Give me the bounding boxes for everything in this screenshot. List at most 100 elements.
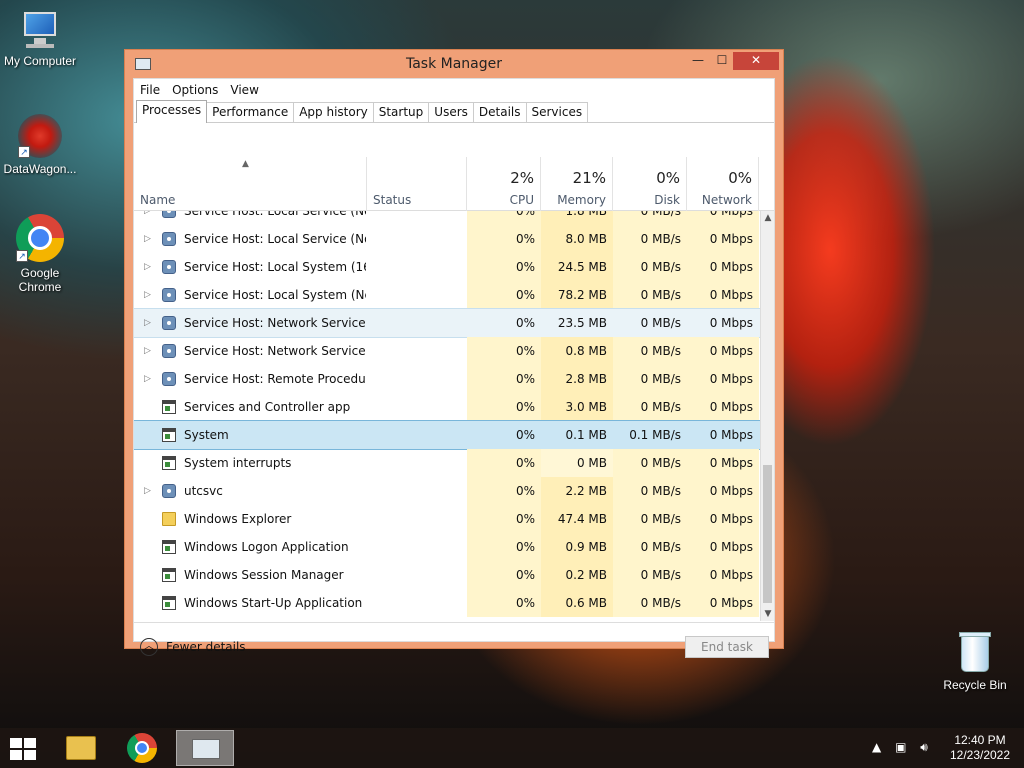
process-disk: 0 MB/s xyxy=(613,337,687,365)
menu-view[interactable]: View xyxy=(230,83,258,97)
fewer-details-button[interactable]: ︿ Fewer details xyxy=(140,638,246,656)
process-row[interactable]: ▷ Service Host: Local Service (No I... 0%1… xyxy=(134,211,760,225)
process-cpu: 0% xyxy=(467,281,541,309)
process-row[interactable]: ▷ utcsvc 0% 2.2 MB 0 MB/s 0 Mbps xyxy=(134,477,760,505)
desktop-icon-datawagon[interactable]: ↗ DataWagon... xyxy=(0,114,80,176)
process-network: 0 Mbps xyxy=(687,449,759,477)
desktop-icon-label: My Computer xyxy=(3,54,77,68)
process-disk: 0 MB/s xyxy=(613,449,687,477)
desktop-icon-my-computer[interactable]: My Computer xyxy=(0,10,80,68)
process-name: Service Host: Remote Procedure... xyxy=(184,372,366,386)
process-row[interactable]: Windows Start-Up Application 0% 0.6 MB 0 MB… xyxy=(134,589,760,617)
process-disk: 0 MB/s xyxy=(613,211,687,225)
process-cpu: 0% xyxy=(467,337,541,365)
column-header-disk[interactable]: 0% Disk xyxy=(613,157,687,211)
expand-arrow-icon[interactable]: ▷ xyxy=(144,281,154,309)
process-memory: 47.4 MB xyxy=(541,505,613,533)
column-header-network[interactable]: 0% Network xyxy=(687,157,759,211)
volume-icon[interactable]: 🔊︎ xyxy=(920,740,928,754)
process-row[interactable]: System interrupts 0% 0 MB 0 MB/s 0 Mbps xyxy=(134,449,760,477)
expand-arrow-icon[interactable]: ▷ xyxy=(144,211,154,225)
tab-app-history[interactable]: App history xyxy=(293,102,374,122)
expand-arrow-icon[interactable]: ▷ xyxy=(144,477,154,505)
column-header-name[interactable]: ▲ Name xyxy=(134,157,367,211)
process-row[interactable]: Windows Session Manager 0% 0.2 MB 0 MB/s 0 M… xyxy=(134,561,760,589)
chrome-icon xyxy=(127,733,157,763)
minimize-button[interactable]: — xyxy=(685,52,711,70)
taskbar-chrome[interactable] xyxy=(114,730,172,766)
process-disk: 0 MB/s xyxy=(613,365,687,393)
expand-arrow-icon[interactable]: ▷ xyxy=(144,225,154,253)
scroll-down-arrow-icon[interactable]: ▼ xyxy=(761,607,775,621)
process-cpu: 0% xyxy=(467,421,541,449)
process-network: 0 Mbps xyxy=(687,337,759,365)
gear-icon xyxy=(162,484,176,498)
shortcut-arrow-icon: ↗ xyxy=(16,250,28,262)
expand-arrow-icon[interactable]: ▷ xyxy=(144,309,154,337)
end-task-button[interactable]: End task xyxy=(685,636,769,658)
process-disk: 0 MB/s xyxy=(613,309,687,337)
process-row[interactable]: Services and Controller app 0% 3.0 MB 0 MB/… xyxy=(134,393,760,421)
process-row[interactable]: Windows Explorer 0% 47.4 MB 0 MB/s 0 Mbps xyxy=(134,505,760,533)
taskbar-task-manager[interactable] xyxy=(176,730,234,766)
column-header-cpu[interactable]: 2% CPU xyxy=(467,157,541,211)
vertical-scrollbar[interactable]: ▲ ▼ xyxy=(760,211,774,621)
menu-bar: File Options View xyxy=(134,79,774,101)
process-network: 0 Mbps xyxy=(687,281,759,309)
process-row[interactable]: ▷ Service Host: Local System (Net... 0%78.… xyxy=(134,281,760,309)
scroll-up-arrow-icon[interactable]: ▲ xyxy=(761,211,775,225)
tab-details[interactable]: Details xyxy=(472,102,527,122)
process-memory: 2.2 MB xyxy=(541,477,613,505)
start-button[interactable] xyxy=(10,738,38,760)
process-row[interactable]: System 0% 0.1 MB 0.1 MB/s 0 Mbps xyxy=(134,420,760,450)
taskbar-file-explorer[interactable] xyxy=(52,730,110,766)
task-manager-icon xyxy=(192,739,220,759)
process-cpu: 0% xyxy=(467,309,541,337)
desktop-icon-label: Google Chrome xyxy=(18,266,62,294)
process-row[interactable]: ▷ Service Host: Network Service (5) 0%23.5… xyxy=(134,308,760,338)
column-header-memory[interactable]: 21% Memory xyxy=(541,157,613,211)
menu-options[interactable]: Options xyxy=(172,83,218,97)
tab-processes[interactable]: Processes xyxy=(136,100,208,123)
taskbar: ▲ ▣ 🔊︎ 12:40 PM 12/23/2022 xyxy=(0,728,1024,768)
tab-users[interactable]: Users xyxy=(428,102,474,122)
process-memory: 0.6 MB xyxy=(541,589,613,617)
footer: ︿ Fewer details End task xyxy=(134,622,774,658)
process-name: Service Host: Local Service (No I... xyxy=(184,211,366,218)
scrollbar-thumb[interactable] xyxy=(763,465,772,603)
process-name: Windows Explorer xyxy=(184,512,292,526)
network-icon[interactable]: ▣ xyxy=(895,740,906,754)
title-bar[interactable]: Task Manager — ☐ ✕ xyxy=(125,50,783,78)
menu-file[interactable]: File xyxy=(140,83,160,97)
column-header-status[interactable]: Status xyxy=(367,157,467,211)
process-row[interactable]: ▷ Service Host: Local System (16) 0% 24.5 M… xyxy=(134,253,760,281)
desktop-icon-recycle-bin[interactable]: Recycle Bin xyxy=(935,630,1015,692)
process-disk: 0 MB/s xyxy=(613,393,687,421)
process-row[interactable]: ▷ Service Host: Remote Procedure... 0%2.8 … xyxy=(134,365,760,393)
close-button[interactable]: ✕ xyxy=(733,52,779,70)
desktop-icon-google-chrome[interactable]: ↗ Google Chrome xyxy=(0,214,80,294)
maximize-button[interactable]: ☐ xyxy=(709,52,735,70)
tab-startup[interactable]: Startup xyxy=(372,102,430,122)
clock[interactable]: 12:40 PM 12/23/2022 xyxy=(940,733,1020,763)
process-name: Service Host: Network Service (5) xyxy=(184,316,366,330)
expand-arrow-icon[interactable]: ▷ xyxy=(144,365,154,393)
folder-icon xyxy=(162,512,176,526)
process-memory: 1.8 MB xyxy=(541,211,613,225)
process-row[interactable]: ▷ Service Host: Local Service (No ... 0%8.… xyxy=(134,225,760,253)
process-cpu: 0% xyxy=(467,477,541,505)
gear-icon xyxy=(162,316,176,330)
tab-services[interactable]: Services xyxy=(525,102,589,122)
process-name: Service Host: Local System (16) xyxy=(184,260,366,274)
process-memory: 0.1 MB xyxy=(541,421,613,449)
show-hidden-icons-arrow[interactable]: ▲ xyxy=(872,740,881,754)
expand-arrow-icon[interactable]: ▷ xyxy=(144,337,154,365)
app-icon xyxy=(162,540,176,554)
process-row[interactable]: Windows Logon Application 0% 0.9 MB 0 MB/s 0… xyxy=(134,533,760,561)
expand-arrow-icon[interactable]: ▷ xyxy=(144,253,154,281)
folder-icon xyxy=(66,736,96,760)
process-row[interactable]: ▷ Service Host: Network Service (... 0% 0.8… xyxy=(134,337,760,365)
process-network: 0 Mbps xyxy=(687,309,759,337)
tab-performance[interactable]: Performance xyxy=(206,102,295,122)
recycle-bin-icon xyxy=(957,630,993,674)
